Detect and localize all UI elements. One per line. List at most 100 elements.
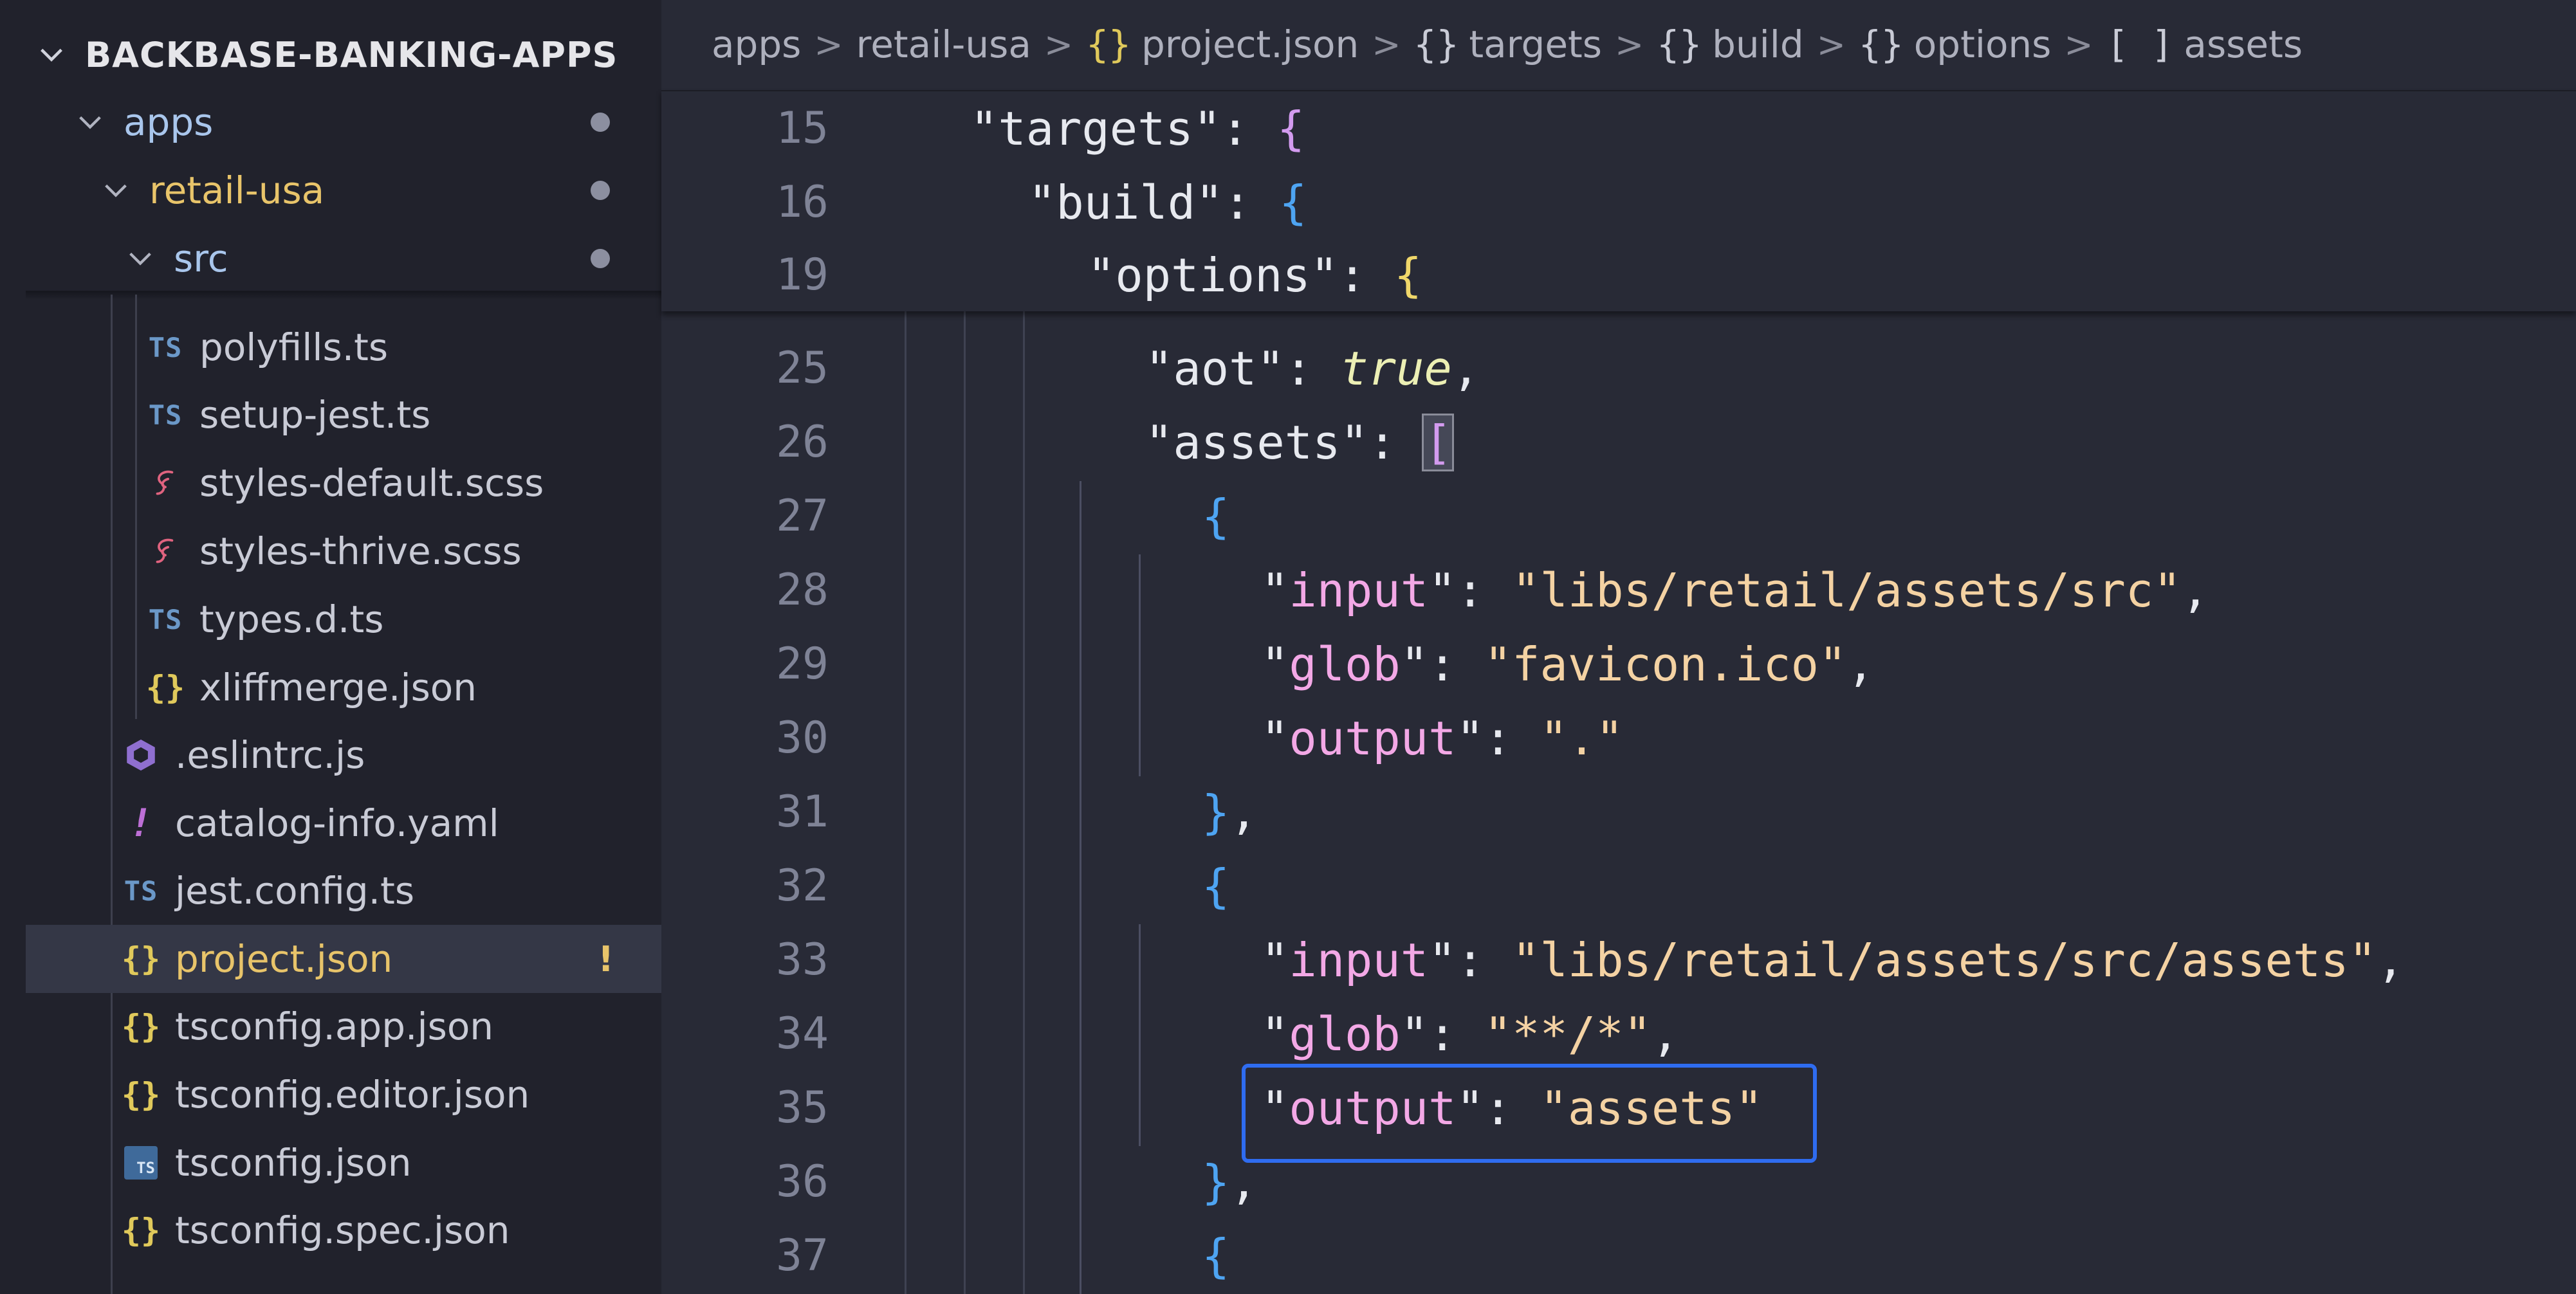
line-number: 25 — [776, 343, 829, 394]
file-label: setup-jest.ts — [199, 393, 431, 437]
sass-icon — [143, 529, 188, 574]
file-label: xliffmerge.json — [199, 666, 477, 709]
code-text: { — [1202, 489, 1229, 543]
code-token: { — [1276, 101, 1305, 156]
code-text: "options": { — [1087, 248, 1422, 302]
code-line-32[interactable]: 32 { — [661, 849, 2576, 923]
file-polyfills-ts[interactable]: TS polyfills.ts — [0, 313, 661, 381]
sticky-line[interactable]: 19 "options": { — [661, 238, 2576, 312]
line-number: 31 — [776, 787, 829, 837]
file-label: tsconfig.json — [175, 1141, 412, 1185]
code-token: glob — [1289, 637, 1401, 691]
code-text: "output": "." — [1261, 711, 1624, 765]
folder-label: retail-usa — [149, 169, 325, 212]
line-number: 16 — [776, 177, 829, 228]
sticky-line[interactable]: 16 "build": { — [661, 165, 2576, 239]
code-token: "assets": — [1145, 415, 1424, 469]
file-jest-config-ts[interactable]: TS jest.config.ts — [0, 857, 661, 925]
file-types-d-ts[interactable]: TS types.d.ts — [0, 585, 661, 653]
line-number: 35 — [776, 1082, 829, 1133]
code-text: "build": { — [1028, 176, 1307, 230]
line-number: 29 — [776, 639, 829, 689]
file-catalog-info-yaml[interactable]: ! catalog-info.yaml — [0, 789, 661, 857]
code-token: " — [1261, 563, 1289, 617]
code-token: glob — [1289, 1007, 1401, 1061]
file-xliffmerge-json[interactable]: {} xliffmerge.json — [0, 653, 661, 722]
file-styles-default-scss[interactable]: styles-default.scss — [0, 449, 661, 517]
sticky-line[interactable]: 15 "targets": { — [661, 91, 2576, 165]
code-line-30[interactable]: 30 "output": "." — [661, 701, 2576, 775]
chevron-right-icon: > — [1372, 24, 1401, 65]
file-label: styles-thrive.scss — [199, 529, 522, 573]
code-line-28[interactable]: 28 "input": "libs/retail/assets/src", — [661, 553, 2576, 627]
code-token: , — [1229, 1154, 1258, 1209]
code-token: { — [1394, 248, 1422, 302]
breadcrumb-item-options[interactable]: options — [1914, 23, 2052, 66]
yaml-icon: ! — [129, 801, 153, 846]
folder-label: apps — [124, 100, 214, 144]
file-tsconfig-editor-json[interactable]: {} tsconfig.editor.json — [0, 1061, 661, 1129]
explorer-root-folder[interactable]: BACKBASE-BANKING-APPS — [0, 21, 661, 89]
folder-apps[interactable]: apps — [0, 88, 661, 156]
code-token: " — [1261, 711, 1289, 765]
line-number: 30 — [776, 713, 829, 763]
code-line-31[interactable]: 31 }, — [661, 775, 2576, 849]
code-text: }, — [1202, 1155, 1258, 1209]
folder-src[interactable]: src — [0, 224, 661, 293]
code-line-29[interactable]: 29 "glob": "favicon.ico", — [661, 627, 2576, 701]
breadcrumb-item-build[interactable]: build — [1712, 23, 1804, 66]
chevron-right-icon: > — [2064, 24, 2093, 65]
code-text: "aot": true, — [1145, 342, 1480, 396]
code-line-34[interactable]: 34 "glob": "**/*", — [661, 997, 2576, 1071]
code-token: output — [1289, 711, 1457, 765]
file-label: tsconfig.app.json — [175, 1005, 494, 1048]
file-styles-thrive-scss[interactable]: styles-thrive.scss — [0, 517, 661, 585]
code-line-36[interactable]: 36 }, — [661, 1145, 2576, 1219]
code-line-25[interactable]: 25 "aot": true, — [661, 331, 2576, 405]
code-line-26[interactable]: 26 "assets": [ — [661, 405, 2576, 479]
code-token: "targets": — [970, 101, 1277, 156]
code-token: , — [2376, 933, 2405, 987]
object-icon: {} — [1413, 23, 1459, 66]
code-token: , — [1229, 785, 1258, 839]
file-label: tsconfig.spec.json — [175, 1208, 510, 1252]
file-eslintrc-js[interactable]: .eslintrc.js — [0, 721, 661, 789]
code-text: "input": "libs/retail/assets/src/assets"… — [1261, 933, 2404, 987]
line-number: 19 — [776, 250, 829, 300]
line-number: 27 — [776, 491, 829, 542]
file-project-json[interactable]: {} project.json ! — [26, 925, 661, 993]
file-tsconfig-spec-json[interactable]: {} tsconfig.spec.json — [0, 1196, 661, 1264]
code-token: } — [1202, 785, 1230, 839]
file-tsconfig-json[interactable]: TS tsconfig.json — [0, 1129, 661, 1197]
breadcrumb-item-retail-usa[interactable]: retail-usa — [856, 23, 1031, 66]
breadcrumb-item-apps[interactable]: apps — [712, 23, 801, 66]
file-label: styles-default.scss — [199, 461, 544, 505]
json-icon: {} — [1086, 23, 1131, 66]
folder-retail-usa[interactable]: retail-usa — [0, 156, 661, 224]
code-token: "build": — [1028, 175, 1280, 230]
code-line-27[interactable]: 27 { — [661, 479, 2576, 553]
code-text: "assets": [ — [1145, 413, 1454, 471]
file-tsconfig-app-json[interactable]: {} tsconfig.app.json — [0, 992, 661, 1061]
code-token: { — [1202, 1228, 1230, 1283]
breadcrumb-item-targets[interactable]: targets — [1469, 23, 1602, 66]
tsconfig-icon: TS — [118, 1140, 163, 1185]
vscode-window: BACKBASE-BANKING-APPS apps retail-usa sr… — [0, 0, 2576, 1294]
file-label: project.json — [175, 937, 393, 981]
code-token: input — [1289, 933, 1429, 987]
breadcrumb-item-assets[interactable]: assets — [2184, 23, 2303, 66]
code-text: "glob": "**/*", — [1261, 1007, 1679, 1061]
code-text: { — [1202, 859, 1229, 913]
typescript-icon: TS — [148, 331, 183, 363]
file-setup-jest-ts[interactable]: TS setup-jest.ts — [0, 381, 661, 449]
code-editor[interactable]: apps > retail-usa > {} project.json > {}… — [661, 0, 2576, 1294]
line-number: 37 — [776, 1230, 829, 1281]
code-line-37[interactable]: 37 { — [661, 1219, 2576, 1293]
breadcrumb-item-project-json[interactable]: project.json — [1141, 23, 1359, 66]
code-token: ": — [1428, 933, 1513, 987]
line-number: 36 — [776, 1156, 829, 1207]
code-token: " — [1261, 1007, 1289, 1061]
sticky-scroll-header[interactable]: 15 "targets": { 16 "build": { 19 "option… — [661, 90, 2576, 311]
code-line-33[interactable]: 33 "input": "libs/retail/assets/src/asse… — [661, 923, 2576, 997]
typescript-icon: TS — [124, 875, 158, 907]
